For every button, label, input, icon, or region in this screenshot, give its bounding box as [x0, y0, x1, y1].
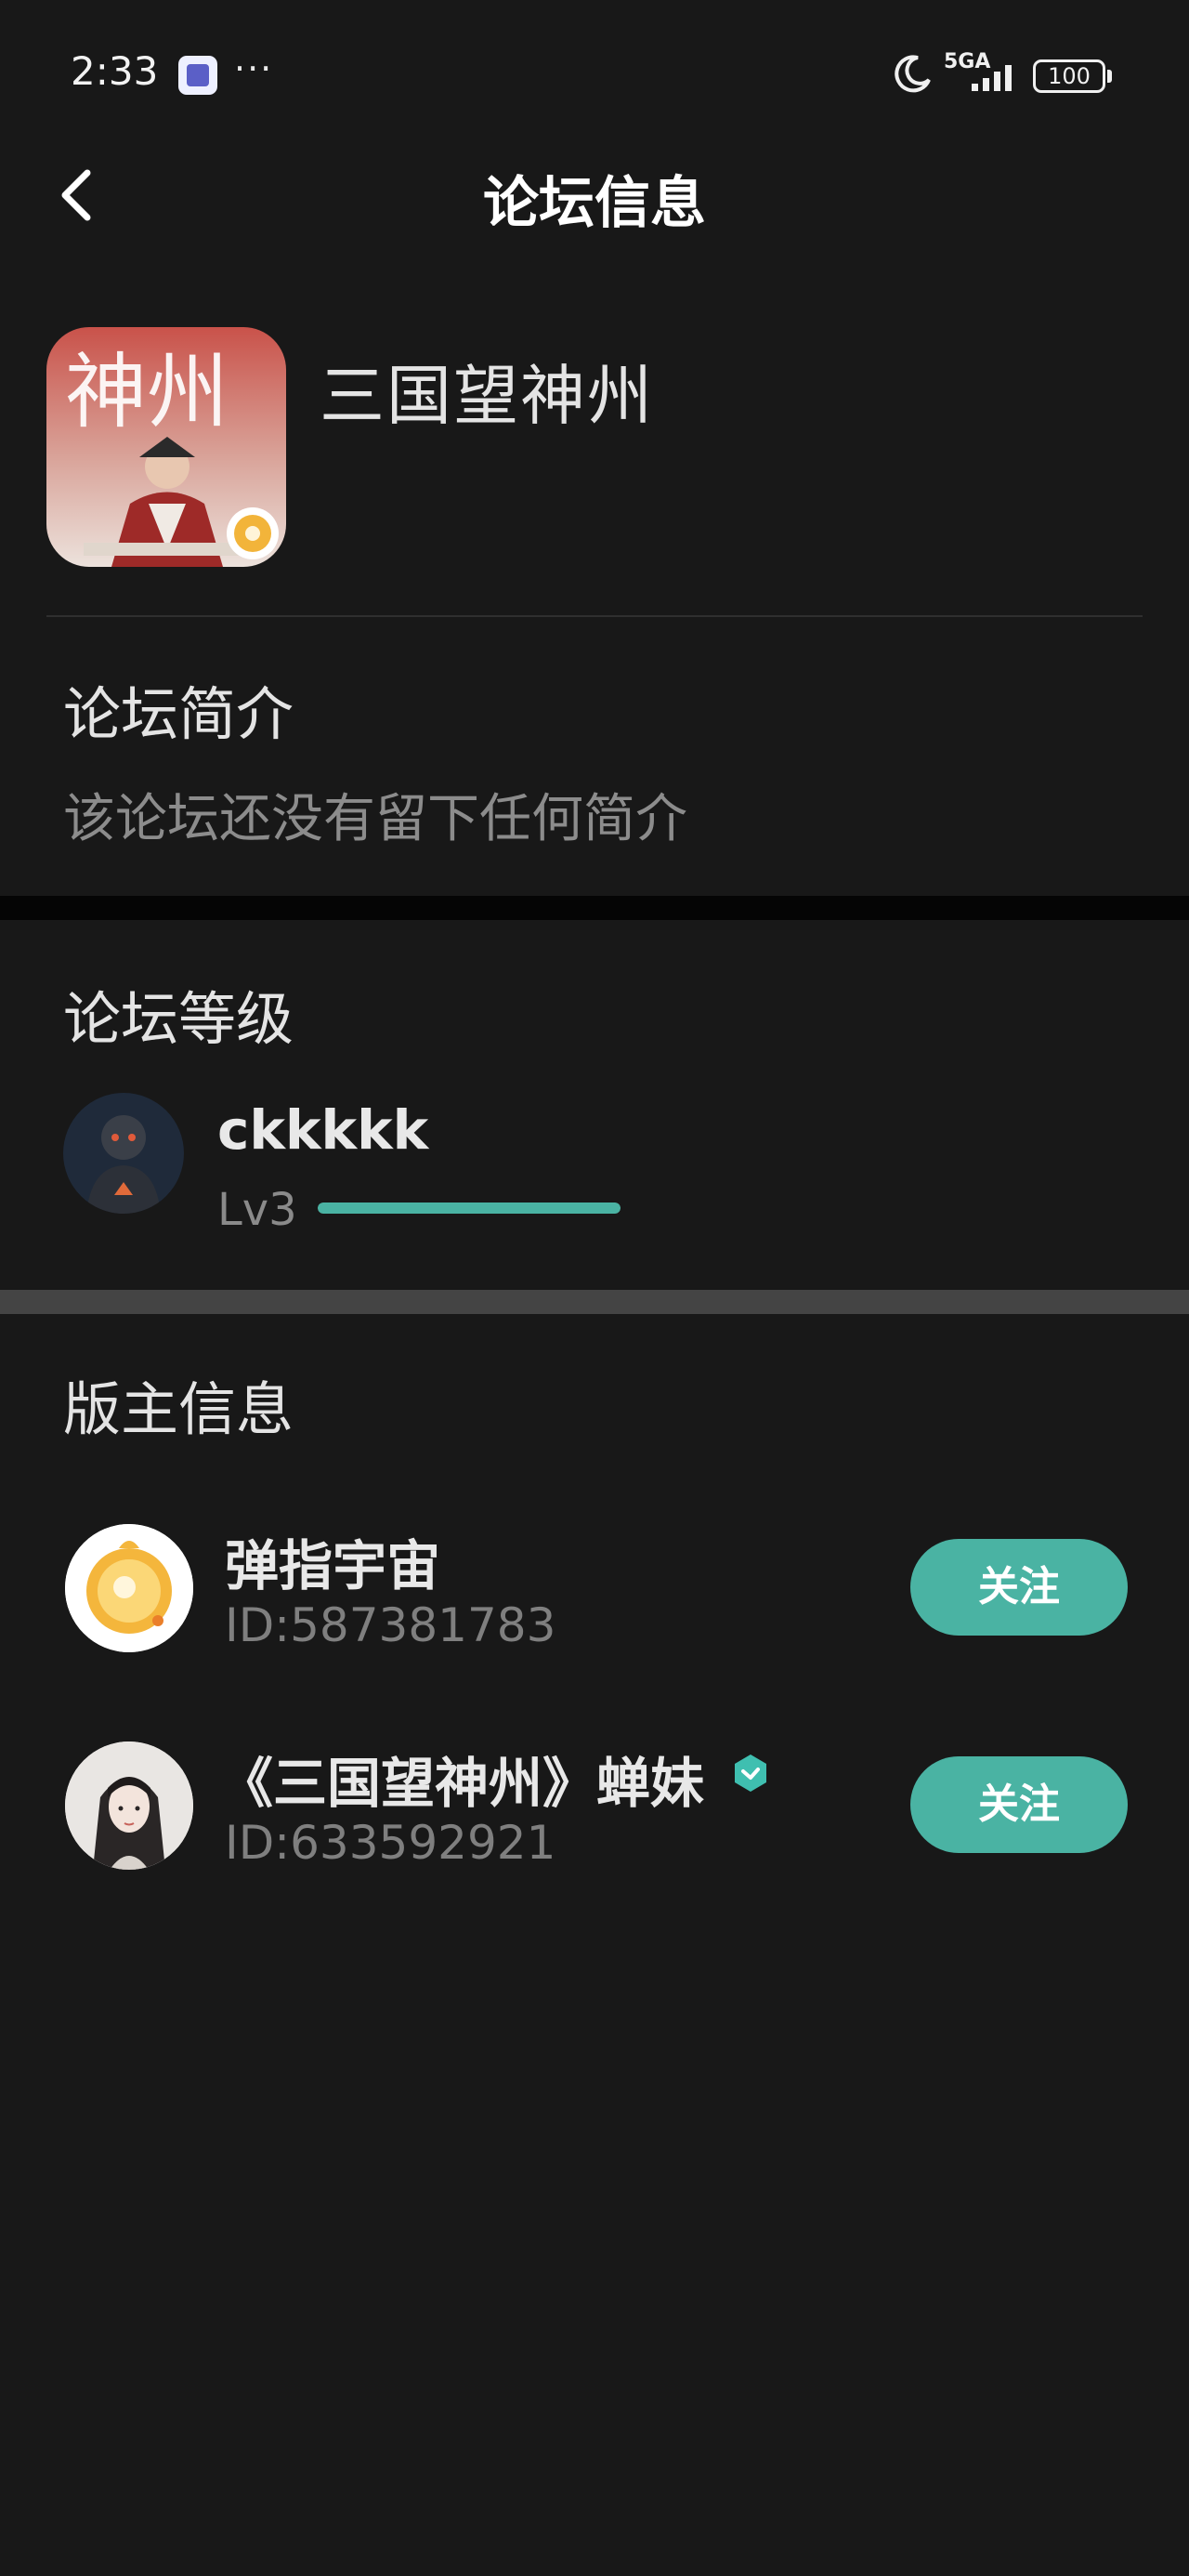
moon-icon: [895, 55, 931, 93]
teams-icon: [178, 56, 217, 95]
moderator-id: ID:587381783: [225, 1598, 556, 1652]
divider: [46, 615, 1143, 617]
section-separator: [0, 1290, 1189, 1314]
moderator-name: 《三国望神州》蝉妹: [219, 1752, 705, 1815]
moderators-section-title: 版主信息: [63, 1375, 294, 1443]
moderator-row: 弹指宇宙 ID:587381783 关注: [0, 1515, 1189, 1663]
forum-name: 三国望神州: [320, 358, 654, 434]
forum-icon-image: 神州: [46, 327, 286, 567]
user-name: ckkkkk: [217, 1098, 429, 1162]
moderator-name: 弹指宇宙: [225, 1534, 441, 1597]
moderator-avatar[interactable]: [65, 1741, 193, 1870]
follow-button[interactable]: 关注: [910, 1539, 1128, 1636]
battery-icon: 100: [1033, 59, 1105, 93]
level-label: Lv3: [217, 1184, 297, 1236]
follow-button[interactable]: 关注: [910, 1756, 1128, 1853]
moderator-row: 《三国望神州》蝉妹 ID:633592921 关注: [0, 1732, 1189, 1881]
level-progress-bar: [318, 1203, 621, 1214]
section-separator: [0, 896, 1189, 920]
intro-section-title: 论坛简介: [63, 680, 294, 748]
forum-icon-calligraphy: 神州: [65, 344, 229, 440]
battery-tip: [1107, 70, 1112, 83]
moderator-avatar[interactable]: [65, 1524, 193, 1652]
moderator-id: ID:633592921: [225, 1816, 556, 1870]
page-title: 论坛信息: [483, 171, 706, 236]
more-notifications-icon: ···: [234, 48, 274, 89]
status-time: 2:33: [71, 48, 159, 94]
level-progress-fill: [318, 1203, 621, 1214]
verified-badge-icon: [735, 1755, 766, 1792]
signal-icon: [972, 65, 1012, 91]
user-avatar[interactable]: [63, 1093, 184, 1214]
intro-text: 该论坛还没有留下任何简介: [63, 789, 687, 849]
level-section-title: 论坛等级: [63, 985, 294, 1053]
